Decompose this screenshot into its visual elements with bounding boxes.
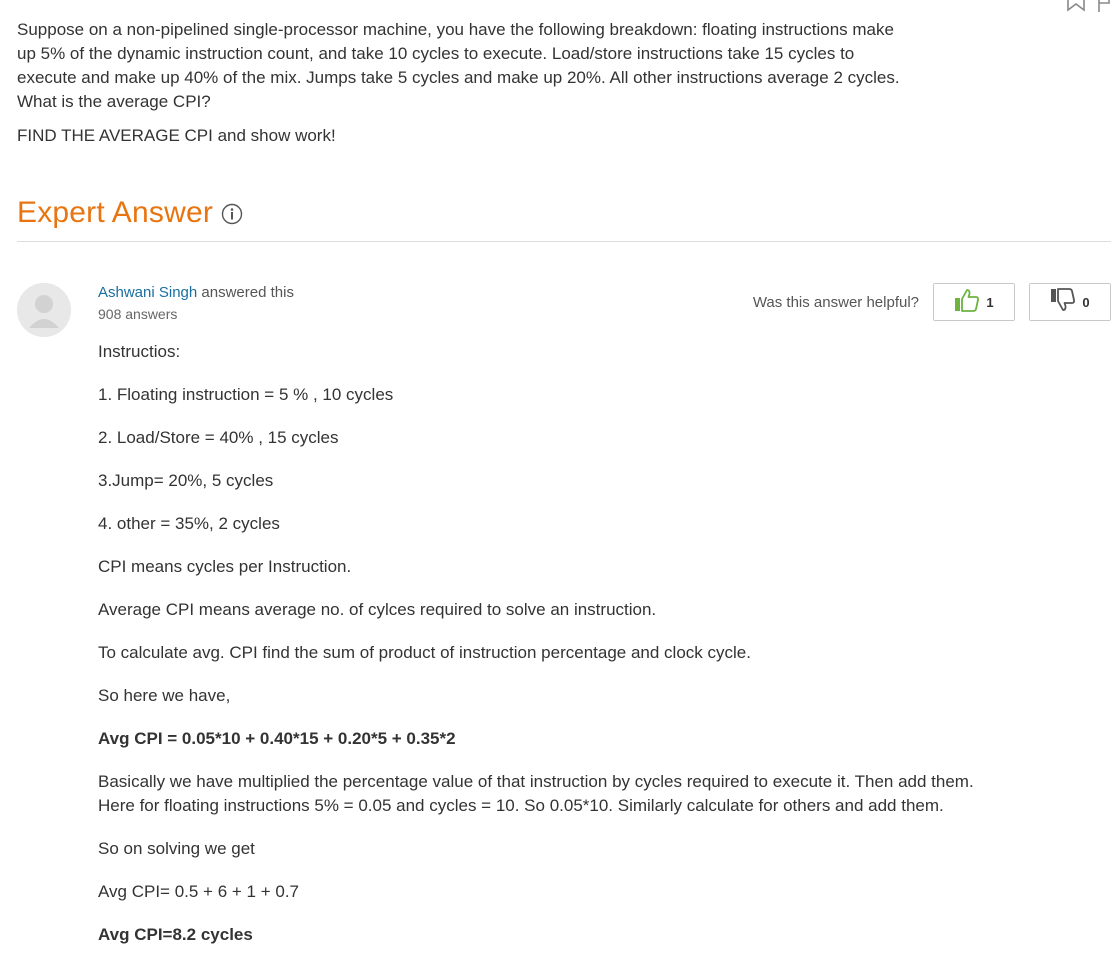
answer-paragraph: To calculate avg. CPI find the sum of pr… — [98, 643, 751, 662]
thumbs-down-count: 0 — [1082, 294, 1090, 310]
answer-paragraph: 2. Load/Store = 40% , 15 cycles — [98, 428, 339, 447]
question-body: Suppose on a non-pipelined single-proces… — [17, 18, 917, 158]
user-avatar-icon — [17, 283, 71, 337]
bookmark-icon[interactable] — [1065, 0, 1087, 12]
helpful-section: Was this answer helpful? 1 0 — [753, 283, 1111, 321]
helpful-label: Was this answer helpful? — [752, 293, 919, 311]
question-text: Suppose on a non-pipelined single-proces… — [17, 20, 900, 111]
question-instruction: FIND THE AVERAGE CPI and show work! — [17, 126, 336, 145]
thumbs-down-button[interactable]: 0 — [1029, 283, 1111, 321]
answer-paragraph: Average CPI means average no. of cylces … — [98, 600, 657, 619]
answer-paragraph: Avg CPI= 0.5 + 6 + 1 + 0.7 — [98, 882, 299, 901]
expert-answer-header: Expert Answer — [17, 196, 243, 230]
flag-icon[interactable] — [1097, 0, 1111, 12]
answered-this-text: answered this — [197, 284, 294, 301]
expert-answer-title: Expert Answer — [17, 196, 214, 229]
answer-paragraph: CPI means cycles per Instruction. — [98, 557, 352, 576]
answer-paragraph: So here we have, — [98, 686, 231, 705]
thumbs-up-icon — [954, 288, 980, 317]
answer-result: Avg CPI=8.2 cycles — [98, 925, 253, 944]
answer-formula: Avg CPI = 0.05*10 + 0.40*15 + 0.20*5 + 0… — [98, 729, 456, 748]
answers-count: 908 answers — [98, 306, 178, 322]
info-icon[interactable] — [221, 203, 243, 230]
section-divider — [17, 241, 1111, 242]
thumbs-up-button[interactable]: 1 — [933, 283, 1015, 321]
answer-paragraph: So on solving we get — [98, 839, 255, 858]
question-actions — [1065, 0, 1111, 12]
answer-paragraph: 4. other = 35%, 2 cycles — [98, 514, 280, 533]
thumbs-down-icon — [1050, 287, 1076, 317]
thumbs-up-count: 1 — [986, 294, 994, 310]
answer-paragraph: Basically we have multiplied the percent… — [98, 772, 974, 815]
answer-paragraph: 3.Jump= 20%, 5 cycles — [98, 471, 274, 490]
answer-paragraph: Instructios: — [98, 342, 181, 361]
answer-body: Instructios: 1. Floating instruction = 5… — [98, 340, 1008, 966]
answerer-info: Ashwani Singh answered this 908 answers — [98, 284, 294, 322]
answerer-name-link[interactable]: Ashwani Singh — [98, 284, 197, 301]
answer-paragraph: 1. Floating instruction = 5 % , 10 cycle… — [98, 385, 394, 404]
